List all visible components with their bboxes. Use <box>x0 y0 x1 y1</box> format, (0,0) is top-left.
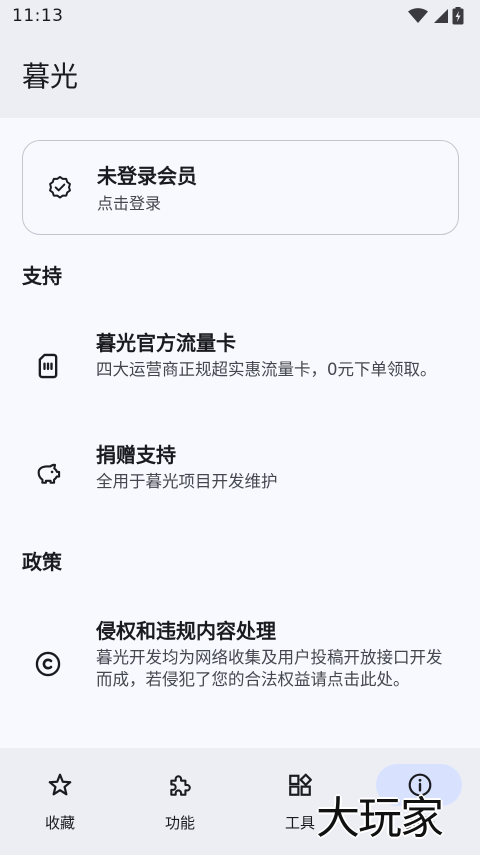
nav-label: 功能 <box>164 814 195 832</box>
page-title: 暮光 <box>22 60 79 93</box>
verified-badge-icon <box>49 175 71 199</box>
list-item-donate[interactable]: 捐赠支持 全用于暮光项目开发维护 <box>0 428 480 508</box>
list-item-title: 捐赠支持 <box>96 443 176 467</box>
copyright-icon <box>35 651 61 677</box>
list-item-texts: 侵权和违规内容处理 暮光开发均为网络收集及用户投稿开放接口开发而成，若侵犯了您的… <box>96 618 456 691</box>
app-bar: 暮光 <box>0 32 480 118</box>
sim-card-icon <box>38 353 58 379</box>
section-title-policy: 政策 <box>22 550 62 574</box>
list-item-title: 侵权和违规内容处理 <box>96 619 276 643</box>
wifi-icon <box>408 8 428 23</box>
login-card-texts: 未登录会员 点击登录 <box>97 163 197 215</box>
battery-icon <box>452 7 464 25</box>
section-title-support: 支持 <box>22 264 62 288</box>
login-card[interactable]: 未登录会员 点击登录 <box>22 140 459 235</box>
list-item-title: 暮光官方流量卡 <box>96 331 236 355</box>
status-time: 11:13 <box>12 6 64 26</box>
list-item-subtitle: 四大运营商正规超实惠流量卡，0元下单领取。 <box>96 360 437 379</box>
status-bar: 11:13 <box>0 0 480 32</box>
star-icon <box>48 773 72 796</box>
piggy-bank-icon <box>37 463 61 484</box>
watermark: 大玩家 <box>316 793 444 844</box>
cell-signal-icon <box>434 9 448 23</box>
nav-label: 收藏 <box>44 814 75 832</box>
list-item-texts: 暮光官方流量卡 四大运营商正规超实惠流量卡，0元下单领取。 <box>96 330 456 381</box>
status-icons <box>408 7 464 25</box>
widgets-icon <box>289 773 312 796</box>
list-item-infringement[interactable]: 侵权和违规内容处理 暮光开发均为网络收集及用户投稿开放接口开发而成，若侵犯了您的… <box>0 602 480 728</box>
list-item-data-card[interactable]: 暮光官方流量卡 四大运营商正规超实惠流量卡，0元下单领取。 <box>0 314 480 414</box>
list-item-subtitle: 暮光开发均为网络收集及用户投稿开放接口开发而成，若侵犯了您的合法权益请点击此处。 <box>96 648 443 689</box>
list-item-texts: 捐赠支持 全用于暮光项目开发维护 <box>96 442 456 493</box>
main-content: 未登录会员 点击登录 支持 暮光官方流量卡 四大运营商正规超实惠流量卡，0元下单… <box>0 118 480 748</box>
puzzle-icon <box>170 775 191 796</box>
nav-tab-features[interactable]: 功能 <box>120 748 240 855</box>
nav-tab-favorites[interactable]: 收藏 <box>0 748 120 855</box>
login-card-title: 未登录会员 <box>97 164 197 188</box>
list-item-subtitle: 全用于暮光项目开发维护 <box>96 472 278 491</box>
login-card-subtitle: 点击登录 <box>97 194 162 213</box>
